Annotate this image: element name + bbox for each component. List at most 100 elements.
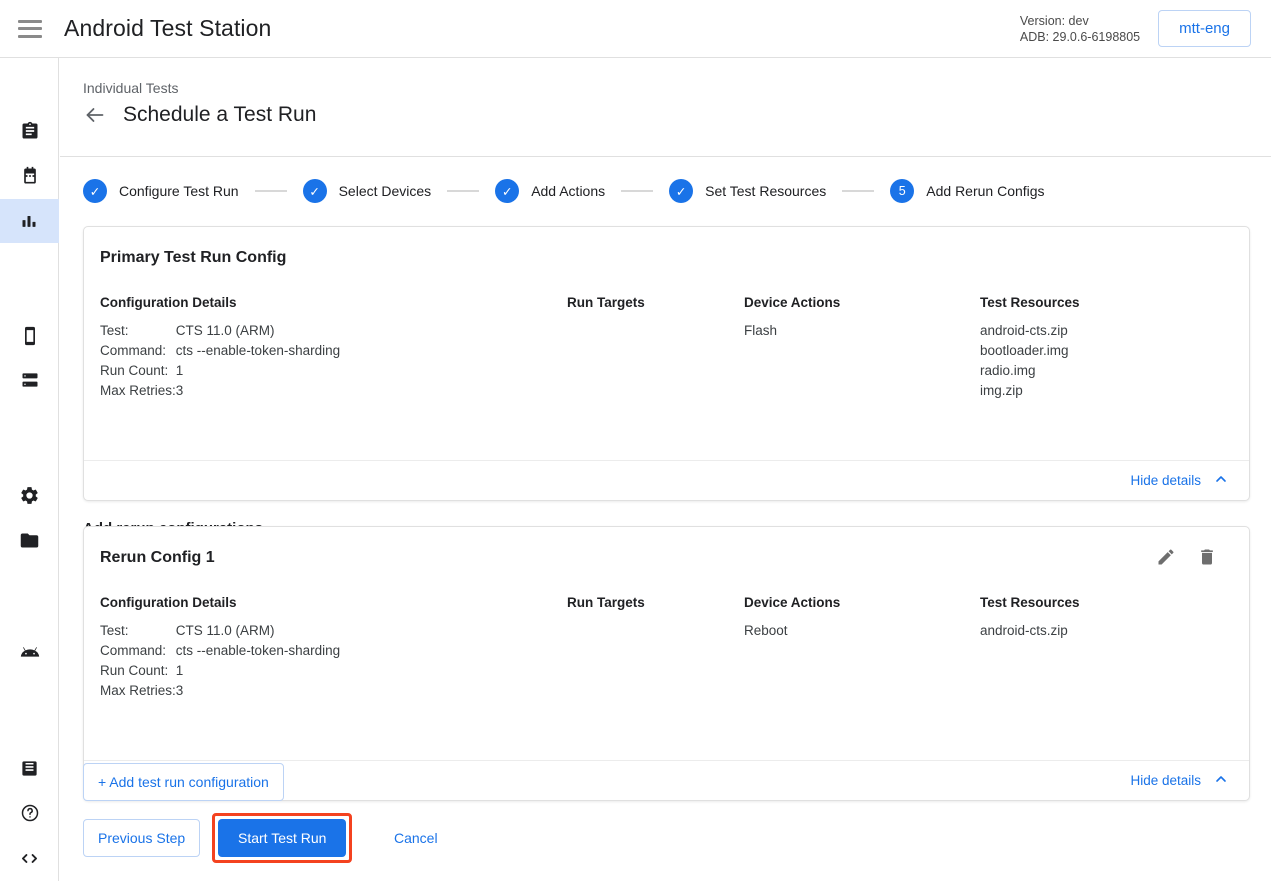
detail-key: Test: [100, 621, 176, 641]
sidebar-item-test-plans[interactable] [0, 154, 59, 198]
column-header-run-targets: Run Targets [567, 295, 645, 310]
breadcrumb[interactable]: Individual Tests [83, 80, 178, 96]
previous-step-button[interactable]: Previous Step [83, 819, 200, 857]
main-content: Individual Tests Schedule a Test Run ✓ C… [60, 58, 1271, 881]
detail-key: Max Retries: [100, 381, 176, 401]
start-test-run-button[interactable]: Start Test Run [218, 819, 346, 857]
chevron-up-icon [1213, 471, 1229, 490]
version-info: Version: dev ADB: 29.0.6-6198805 [1020, 13, 1140, 45]
column-header-run-targets: Run Targets [567, 595, 645, 610]
table-row: Run Count: 1 [100, 361, 340, 381]
configuration-details-table: Test: CTS 11.0 (ARM) Command: cts --enab… [100, 621, 340, 701]
server-icon [20, 370, 40, 390]
hide-details-button[interactable]: Hide details [1130, 771, 1229, 790]
step-connector [621, 190, 653, 192]
version-line: Version: dev [1020, 13, 1140, 29]
gear-icon [19, 485, 40, 506]
list-item: android-cts.zip [980, 621, 1068, 641]
add-test-run-configuration-button[interactable]: + Add test run configuration [83, 763, 284, 801]
sidebar-item-hosts[interactable] [0, 358, 59, 402]
primary-test-run-config-card: Primary Test Run Config Configuration De… [83, 226, 1250, 501]
cancel-button[interactable]: Cancel [380, 820, 452, 856]
primary-hide-details-row: Hide details [84, 460, 1249, 500]
help-icon [20, 803, 40, 823]
column-header-configuration-details: Configuration Details [100, 595, 237, 610]
detail-value: CTS 11.0 (ARM) [176, 621, 340, 641]
hide-details-label: Hide details [1130, 773, 1201, 788]
step-marker: ✓ [495, 179, 519, 203]
hide-details-button[interactable]: Hide details [1130, 471, 1229, 490]
schedule-title: Schedule a Test Run [123, 103, 316, 127]
detail-key: Max Retries: [100, 681, 176, 701]
sidebar-item-android-console[interactable] [0, 631, 59, 675]
clipboard-icon [20, 121, 40, 141]
detail-value: 3 [176, 381, 340, 401]
sidebar-item-settings[interactable] [0, 473, 59, 517]
step-configure-test-run[interactable]: ✓ Configure Test Run [83, 179, 239, 203]
sidebar-item-notes[interactable] [0, 746, 59, 790]
list-item: Flash [744, 321, 777, 341]
phone-icon [20, 326, 40, 346]
table-row: Command: cts --enable-token-sharding [100, 341, 340, 361]
pencil-icon[interactable] [1156, 547, 1176, 572]
trash-icon[interactable] [1197, 547, 1217, 572]
step-add-actions[interactable]: ✓ Add Actions [495, 179, 605, 203]
detail-value: 1 [176, 361, 340, 381]
device-actions-list: Reboot [744, 621, 788, 641]
top-bar: Android Test Station Version: dev ADB: 2… [0, 0, 1271, 58]
sidebar-item-test-runs[interactable] [0, 109, 59, 153]
sidebar-item-test-results[interactable] [0, 199, 59, 243]
test-resources-list: android-cts.zip [980, 621, 1068, 641]
card-title: Primary Test Run Config [100, 249, 286, 267]
chevron-up-icon [1213, 771, 1229, 790]
table-row: Test: CTS 11.0 (ARM) [100, 321, 340, 341]
sidebar-item-file-browser[interactable] [0, 518, 59, 562]
step-marker: 5 [890, 179, 914, 203]
step-connector [255, 190, 287, 192]
adb-version-line: ADB: 29.0.6-6198805 [1020, 29, 1140, 45]
step-select-devices[interactable]: ✓ Select Devices [303, 179, 432, 203]
sidebar-item-devices[interactable] [0, 314, 59, 358]
sidebar-item-help[interactable] [0, 791, 59, 835]
article-icon [20, 759, 39, 778]
device-actions-list: Flash [744, 321, 777, 341]
table-row: Test: CTS 11.0 (ARM) [100, 621, 340, 641]
list-item: Reboot [744, 621, 788, 641]
configuration-details-table: Test: CTS 11.0 (ARM) Command: cts --enab… [100, 321, 340, 401]
step-label: Configure Test Run [119, 183, 239, 199]
detail-value: CTS 11.0 (ARM) [176, 321, 340, 341]
account-button[interactable]: mtt-eng [1158, 10, 1251, 47]
stepper: ✓ Configure Test Run ✓ Select Devices ✓ … [83, 179, 1045, 203]
sidebar-item-developer-tools[interactable] [0, 836, 59, 880]
step-marker: ✓ [303, 179, 327, 203]
column-header-test-resources: Test Resources [980, 295, 1080, 310]
column-header-test-resources: Test Resources [980, 595, 1080, 610]
detail-value: cts --enable-token-sharding [176, 641, 340, 661]
bar-chart-icon [20, 211, 40, 231]
column-header-device-actions: Device Actions [744, 595, 840, 610]
step-connector [842, 190, 874, 192]
app-root: Android Test Station Version: dev ADB: 2… [0, 0, 1271, 881]
column-header-device-actions: Device Actions [744, 295, 840, 310]
hamburger-icon[interactable] [18, 20, 42, 38]
card-title: Rerun Config 1 [100, 549, 215, 567]
calendar-icon [20, 166, 40, 186]
detail-value: 3 [176, 681, 340, 701]
detail-key: Command: [100, 341, 176, 361]
step-add-rerun-configs[interactable]: 5 Add Rerun Configs [890, 179, 1044, 203]
step-label: Select Devices [339, 183, 432, 199]
step-label: Set Test Resources [705, 183, 826, 199]
step-set-test-resources[interactable]: ✓ Set Test Resources [669, 179, 826, 203]
table-row: Max Retries: 3 [100, 681, 340, 701]
table-row: Max Retries: 3 [100, 381, 340, 401]
sidebar [0, 58, 59, 881]
code-icon [19, 848, 40, 869]
column-header-configuration-details: Configuration Details [100, 295, 237, 310]
test-resources-list: android-cts.zip bootloader.img radio.img… [980, 321, 1069, 401]
arrow-left-icon[interactable] [83, 103, 107, 127]
list-item: radio.img [980, 361, 1069, 381]
page-header: Schedule a Test Run [83, 103, 316, 127]
header-divider [60, 156, 1271, 157]
page-title: Android Test Station [64, 15, 271, 42]
detail-key: Command: [100, 641, 176, 661]
